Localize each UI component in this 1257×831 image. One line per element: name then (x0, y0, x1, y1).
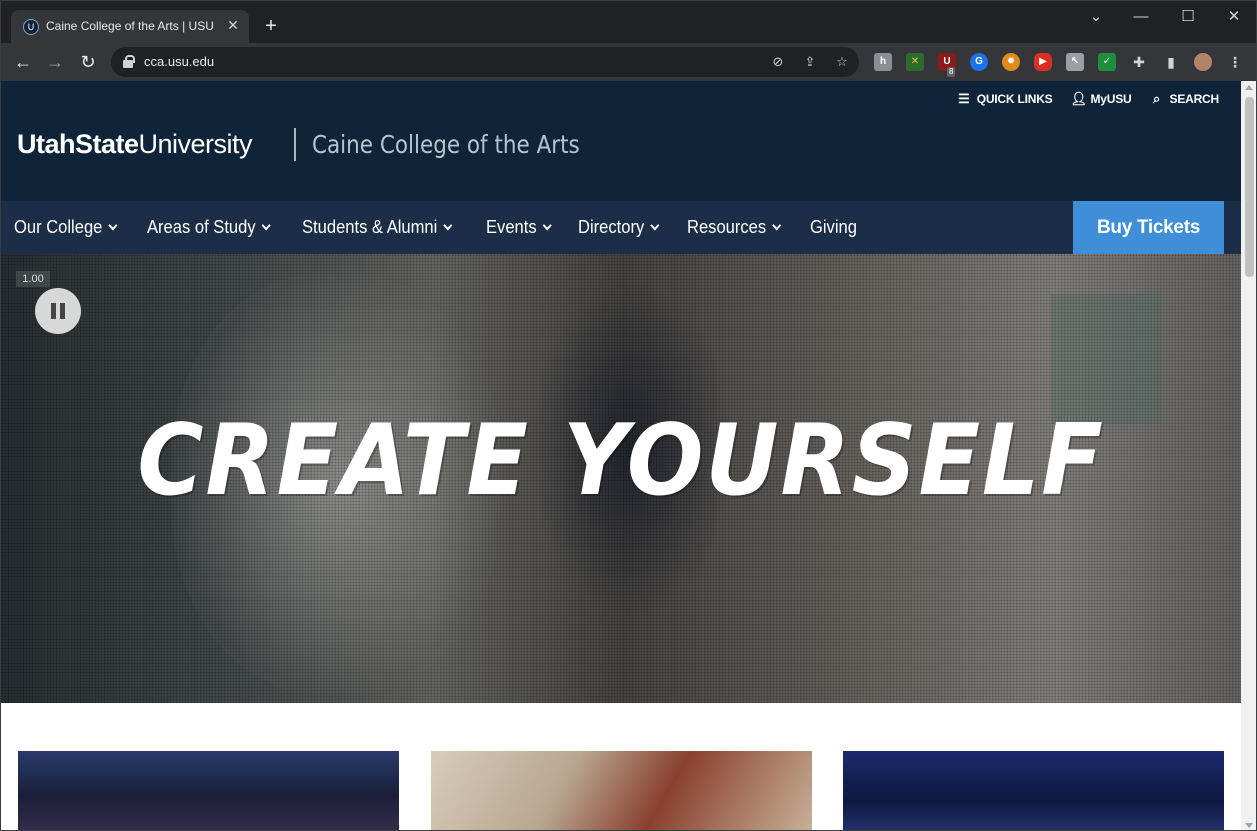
address-bar[interactable]: cca.usu.edu ⊘ ⇪ ☆ (111, 47, 859, 77)
usu-logo[interactable]: UtahStateUniversity (17, 129, 253, 160)
extension-play-icon[interactable]: ▶ (1034, 53, 1052, 71)
user-icon: 👤︎ (1070, 91, 1088, 106)
extension-x-icon[interactable]: ✕ (906, 53, 924, 71)
url-text: cca.usu.edu (144, 54, 215, 69)
extension-shield-icon[interactable]: ✓ (1098, 53, 1116, 71)
scroll-thumb[interactable] (1245, 97, 1254, 277)
chevron-down-icon (542, 220, 552, 231)
tab-close-icon[interactable]: ✕ (225, 17, 241, 33)
eye-off-icon[interactable]: ⊘ (768, 52, 788, 72)
logo-regular: University (138, 129, 253, 159)
quick-links-link[interactable]: ☰ QUICK LINKS (957, 91, 1053, 107)
browser-toolbar: ← → ↻ cca.usu.edu ⊘ ⇪ ☆ h ✕ U 8 G ✹ ▶ ↖ … (1, 43, 1256, 81)
nav-item-giving[interactable]: Giving (810, 217, 857, 238)
side-panel-icon[interactable]: ▮ (1162, 53, 1180, 71)
web-page: ☰ QUICK LINKS 👤︎ MyUSU ⌕ SEARCH UtahStat… (1, 81, 1241, 830)
chevron-down-icon (772, 220, 782, 231)
chevron-down-icon (650, 220, 660, 231)
video-counter: 1.00 (16, 271, 50, 287)
search-label: SEARCH (1169, 92, 1220, 106)
chevron-down-icon (261, 220, 271, 231)
maximize-icon[interactable]: ☐ (1173, 5, 1203, 29)
extensions-puzzle-icon[interactable]: ✚ (1130, 53, 1148, 71)
share-icon[interactable]: ⇪ (800, 52, 820, 72)
nav-item-label: Events (486, 217, 537, 237)
nav-item-events[interactable]: Events (486, 217, 552, 238)
utility-nav: ☰ QUICK LINKS 👤︎ MyUSU ⌕ SEARCH (957, 91, 1219, 107)
extension-cursor-icon[interactable]: ↖ (1066, 53, 1084, 71)
browser-tab[interactable]: U Caine College of the Arts | USU ✕ (11, 10, 249, 43)
feature-card-students[interactable] (431, 751, 812, 830)
list-icon: ☰ (957, 91, 970, 106)
back-arrow-icon[interactable]: ← (11, 50, 35, 74)
quick-links-label: QUICK LINKS (976, 92, 1053, 106)
site-header: ☰ QUICK LINKS 👤︎ MyUSU ⌕ SEARCH UtahStat… (1, 81, 1241, 201)
nav-item-resources[interactable]: Resources (687, 217, 782, 238)
page-scrollbar[interactable] (1241, 81, 1256, 830)
feature-cards (1, 751, 1241, 830)
feature-card-theatre[interactable] (18, 751, 399, 830)
tab-search-chevron-icon[interactable]: ⌄ (1081, 5, 1111, 29)
nav-item-students-alumni[interactable]: Students & Alumni (302, 217, 453, 238)
college-name[interactable]: Caine College of the Arts (312, 130, 580, 159)
scroll-up-icon[interactable] (1245, 85, 1253, 90)
bookmark-star-icon[interactable]: ☆ (832, 52, 852, 72)
nav-item-label: Students & Alumni (302, 217, 438, 237)
extension-h-icon[interactable]: h (874, 53, 892, 71)
feature-card-music[interactable] (843, 751, 1224, 830)
tab-title: Caine College of the Arts | USU (46, 19, 214, 33)
logo-bold: UtahState (17, 129, 139, 159)
nav-item-areas-of-study[interactable]: Areas of Study (147, 217, 271, 238)
reload-icon[interactable]: ↻ (76, 50, 100, 74)
extension-g-icon[interactable]: G (970, 53, 988, 71)
tab-strip: U Caine College of the Arts | USU ✕ + ⌄ … (1, 1, 1256, 43)
usu-favicon-icon: U (23, 19, 39, 35)
logo-divider (294, 128, 296, 161)
hero-headline: CREATE YOURSELF (137, 404, 1105, 518)
browser-window: U Caine College of the Arts | USU ✕ + ⌄ … (0, 0, 1257, 831)
search-icon: ⌕ (1152, 91, 1161, 106)
main-nav: Our College Areas of Study Students & Alum… (1, 201, 1241, 254)
extension-badge: 8 (947, 67, 956, 77)
browser-menu-icon[interactable]: ⋮ (1226, 53, 1244, 71)
nav-items: Our College Areas of Study Students & Alum… (14, 201, 883, 254)
nav-item-directory[interactable]: Directory (578, 217, 660, 238)
chevron-down-icon (108, 220, 118, 231)
myusu-link[interactable]: 👤︎ MyUSU (1071, 91, 1132, 107)
new-tab-icon[interactable]: + (259, 14, 283, 38)
chevron-down-icon (443, 220, 453, 231)
forward-arrow-icon[interactable]: → (43, 50, 67, 74)
extension-sun-icon[interactable]: ✹ (1002, 53, 1020, 71)
nav-item-label: Giving (810, 217, 858, 237)
close-window-icon[interactable]: ✕ (1219, 5, 1249, 29)
lock-icon (123, 55, 135, 68)
nav-item-label: Resources (687, 217, 767, 237)
pause-button[interactable] (35, 288, 81, 334)
nav-item-label: Our College (14, 217, 103, 237)
hero-video: 1.00 CREATE YOURSELF (1, 254, 1241, 703)
buy-tickets-button[interactable]: Buy Tickets (1073, 201, 1224, 254)
nav-item-our-college[interactable]: Our College (14, 217, 118, 238)
profile-avatar[interactable] (1194, 53, 1212, 71)
minimize-icon[interactable]: — (1126, 5, 1156, 29)
nav-item-label: Areas of Study (147, 217, 256, 237)
search-link[interactable]: ⌕ SEARCH (1150, 91, 1219, 107)
scroll-down-icon[interactable] (1245, 823, 1253, 828)
myusu-label: MyUSU (1090, 92, 1132, 106)
nav-item-label: Directory (578, 217, 645, 237)
